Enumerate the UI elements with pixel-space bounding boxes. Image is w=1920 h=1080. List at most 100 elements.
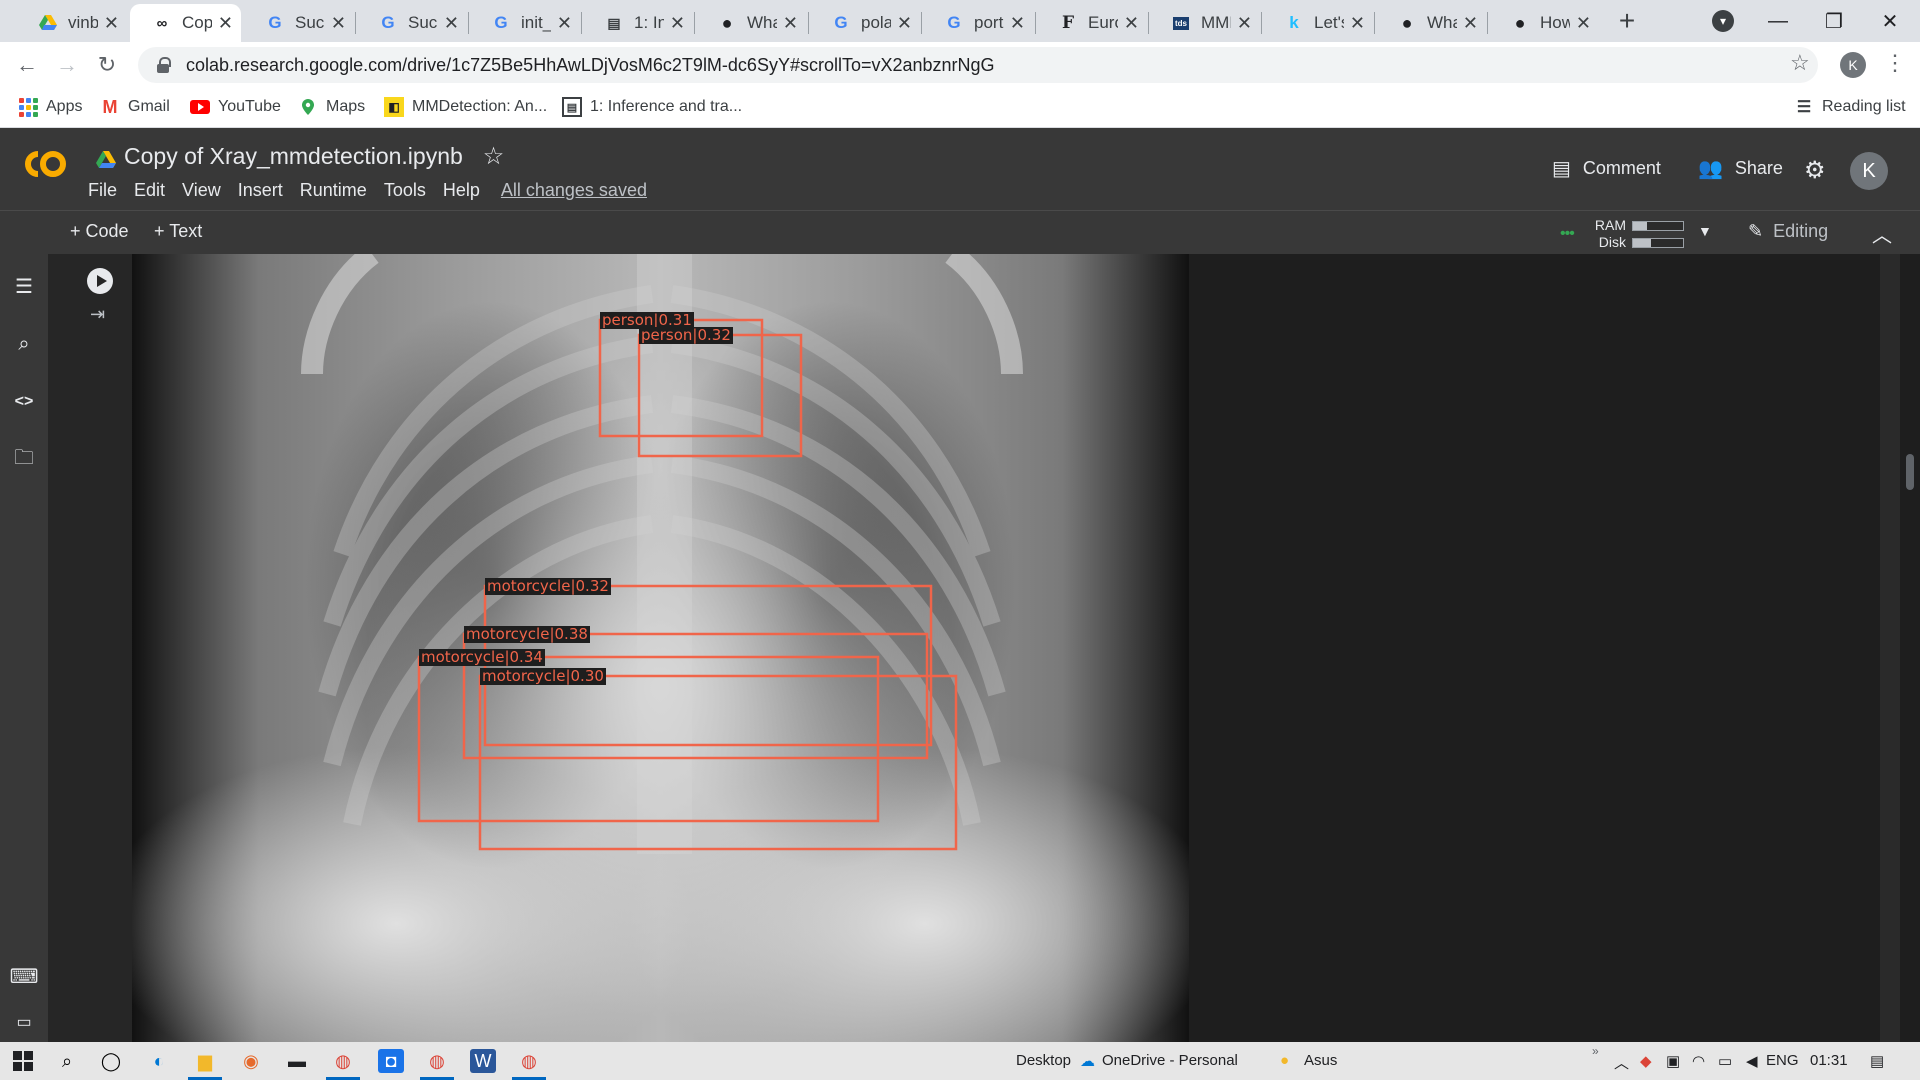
add-code-button[interactable]: + Code (70, 221, 129, 242)
command-palette-icon[interactable]: ⌨ (10, 964, 39, 988)
onedrive-label[interactable]: OneDrive - Personal (1102, 1052, 1238, 1069)
browser-tab[interactable]: Gpolar ✕ (809, 4, 920, 42)
browser-tab[interactable]: tds MMD ✕ (1149, 4, 1260, 42)
bookmark-maps[interactable]: Maps (298, 97, 365, 117)
minimize-icon[interactable]: — (1750, 0, 1806, 42)
asus-label[interactable]: Asus (1304, 1052, 1337, 1069)
chrome-icon-3[interactable]: ◍ (512, 1049, 546, 1080)
browser-menu-icon[interactable]: ⋮ (1884, 50, 1906, 76)
table-of-contents-icon[interactable]: ☰ (12, 274, 36, 298)
add-text-button[interactable]: + Text (154, 221, 202, 242)
restore-icon[interactable]: ❐ (1806, 0, 1862, 42)
browser-tab[interactable]: vinb ✕ (16, 4, 127, 42)
bookmark-inference[interactable]: ▤ 1: Inference and tra... (562, 97, 742, 117)
tab-close-icon[interactable]: ✕ (1237, 13, 1252, 34)
comment-button[interactable]: ▤ Comment (1552, 156, 1661, 181)
browser-tab[interactable]: ● Wha ✕ (695, 4, 806, 42)
browser-tab[interactable]: ● Wha ✕ (1375, 4, 1486, 42)
save-status[interactable]: All changes saved (501, 180, 647, 201)
reading-list[interactable]: ☰ Reading list (1794, 97, 1906, 117)
bookmark-star-icon[interactable]: ☆ (1790, 50, 1810, 76)
bookmark-mmdetection[interactable]: ◧ MMDetection: An... (384, 97, 547, 117)
files-folder-icon[interactable]: 🗀 (12, 447, 36, 472)
tab-close-icon[interactable]: ✕ (557, 13, 572, 34)
browser-tab[interactable]: ● How ✕ (1488, 4, 1599, 42)
colab-logo[interactable] (18, 146, 70, 182)
tab-close-icon[interactable]: ✕ (104, 13, 119, 34)
search-icon[interactable]: ⌕ (54, 1049, 80, 1073)
back-arrow-icon[interactable]: ← (12, 50, 42, 80)
account-avatar[interactable]: K (1850, 152, 1888, 190)
menu-tools[interactable]: Tools (384, 180, 426, 201)
share-button[interactable]: 👥 Share (1698, 156, 1783, 181)
file-explorer-icon[interactable]: ▆ (188, 1049, 222, 1080)
search-icon[interactable]: ⌕ (12, 332, 36, 356)
caret-down-icon[interactable]: ▼ (1698, 223, 1712, 239)
notes-icon[interactable]: ▣ (1666, 1052, 1680, 1070)
scrollbar-thumb[interactable] (1906, 454, 1914, 490)
tab-close-icon[interactable]: ✕ (331, 13, 346, 34)
output-options-icon[interactable]: ⇥ (90, 304, 105, 325)
star-icon[interactable]: ☆ (483, 142, 505, 171)
tab-close-icon[interactable]: ✕ (218, 13, 233, 34)
bookmark-gmail[interactable]: M Gmail (100, 97, 170, 117)
notebook-title[interactable]: Copy of Xray_mmdetection.ipynb (124, 143, 463, 170)
reload-icon[interactable]: ↻ (92, 50, 122, 80)
battery-icon[interactable]: ▭ (1718, 1052, 1732, 1070)
browser-tab[interactable]: Gporti ✕ (922, 4, 1033, 42)
bookmark-apps[interactable]: Apps (18, 97, 82, 117)
tab-close-icon[interactable]: ✕ (1576, 13, 1591, 34)
new-tab-button[interactable]: + (1610, 4, 1644, 38)
browser-tab[interactable]: k Let's ✕ (1262, 4, 1373, 42)
forward-arrow-icon[interactable]: → (52, 50, 82, 80)
volume-icon[interactable]: ◀ (1746, 1052, 1758, 1070)
close-window-icon[interactable]: ✕ (1862, 0, 1918, 42)
settings-gear-icon[interactable]: ⚙ (1804, 156, 1826, 185)
chrome-icon-2[interactable]: ◍ (420, 1049, 454, 1080)
terminal-icon[interactable]: ▭ (12, 1010, 36, 1034)
browser-tab[interactable]: G Succ ✕ (356, 4, 467, 42)
tab-close-icon[interactable]: ✕ (444, 13, 459, 34)
cortana-icon[interactable]: ◯ (98, 1049, 124, 1073)
menu-edit[interactable]: Edit (134, 180, 165, 201)
terminal-app-icon[interactable]: ▬ (284, 1049, 310, 1073)
page-scrollbar[interactable] (1900, 254, 1920, 1042)
tab-close-icon[interactable]: ✕ (1463, 13, 1478, 34)
browser-tab[interactable]: ▤ 1: Inf ✕ (582, 4, 693, 42)
browser-tab[interactable]: ∞ Copy ✕ (130, 4, 241, 42)
collapse-header-icon[interactable]: ︿ (1872, 219, 1892, 248)
tab-close-icon[interactable]: ✕ (897, 13, 912, 34)
dropbox-icon[interactable]: ◆ (1640, 1052, 1652, 1070)
tab-search-icon[interactable]: ▾ (1712, 10, 1734, 32)
asus-icon[interactable]: ● (1280, 1052, 1289, 1069)
tab-close-icon[interactable]: ✕ (783, 13, 798, 34)
browser-tab[interactable]: F Euro ✕ (1036, 4, 1147, 42)
tab-close-icon[interactable]: ✕ (670, 13, 685, 34)
menu-file[interactable]: File (88, 180, 117, 201)
menu-insert[interactable]: Insert (238, 180, 283, 201)
wifi-icon[interactable]: ◠ (1692, 1052, 1705, 1070)
tab-close-icon[interactable]: ✕ (1350, 13, 1365, 34)
overflow-chevron-icon[interactable]: » (1592, 1044, 1599, 1058)
run-cell-button[interactable] (87, 268, 113, 294)
app-icon[interactable]: ◘ (378, 1049, 404, 1073)
onedrive-icon[interactable]: ☁ (1080, 1052, 1095, 1070)
address-bar[interactable]: colab.research.google.com/drive/1c7Z5Be5… (138, 47, 1818, 83)
word-icon[interactable]: W (470, 1049, 496, 1073)
ram-disk-indicator[interactable]: ••• RAM Disk ▼ (1560, 215, 1720, 251)
windows-start-icon[interactable] (10, 1049, 36, 1073)
browser-tab[interactable]: Ginit_c ✕ (469, 4, 580, 42)
cell-scrollbar[interactable] (1880, 254, 1900, 1042)
clock[interactable]: 01:31 (1810, 1052, 1848, 1069)
menu-help[interactable]: Help (443, 180, 480, 201)
tab-close-icon[interactable]: ✕ (1124, 13, 1139, 34)
menu-runtime[interactable]: Runtime (300, 180, 367, 201)
profile-avatar[interactable]: K (1840, 52, 1866, 78)
firefox-icon[interactable]: ◉ (238, 1049, 264, 1073)
editing-mode-button[interactable]: ✎ Editing (1748, 221, 1828, 242)
chrome-icon[interactable]: ◍ (326, 1049, 360, 1080)
browser-tab[interactable]: G Succ ✕ (243, 4, 354, 42)
bookmark-youtube[interactable]: YouTube (190, 97, 281, 117)
desktop-toolbar[interactable]: Desktop (1016, 1052, 1071, 1069)
notification-icon[interactable]: ▤ (1870, 1052, 1884, 1070)
